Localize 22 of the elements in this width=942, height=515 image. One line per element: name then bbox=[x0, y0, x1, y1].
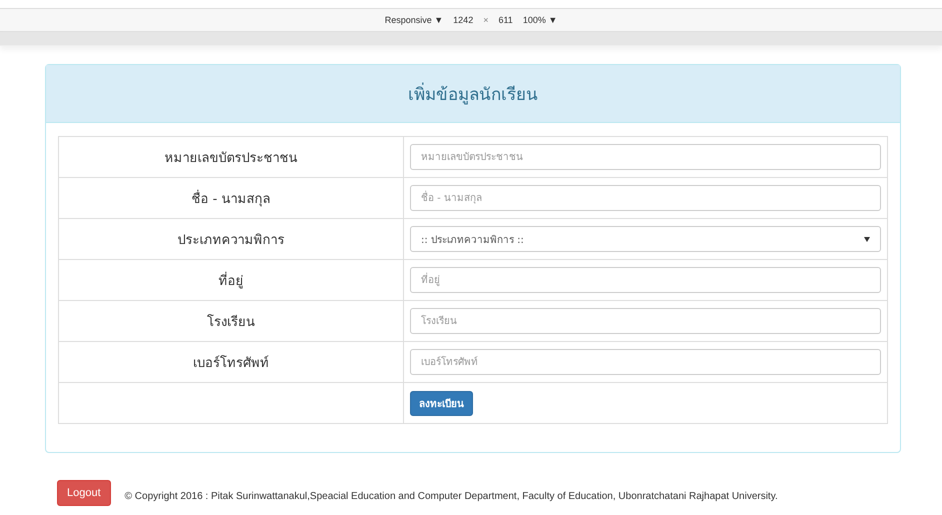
width-field[interactable]: 1242 bbox=[453, 15, 474, 25]
field-label: หมายเลขบัตรประชาชน bbox=[164, 150, 298, 166]
field-label: ชื่อ - นามสกุล bbox=[192, 192, 270, 206]
input-field[interactable]: ชื่อ - นามสกุล bbox=[410, 185, 881, 211]
panel-title: เพิ่มข้อมูลนักเรียน bbox=[408, 80, 538, 107]
times-sign: × bbox=[483, 15, 488, 25]
caret-icon bbox=[864, 236, 870, 242]
copyright-text: © Copyright 2016 : Pitak Surinwattanakul,Speacial Education and Computer Department, Faculty of Education, Ubonratchatani Rajhapat University. bbox=[124, 490, 778, 502]
input-field[interactable]: เบอร์โทรศัพท์ bbox=[410, 349, 881, 375]
select-dropdown[interactable]: :: ประเภทความพิการ :: bbox=[410, 226, 881, 252]
logout-button[interactable]: Logout bbox=[57, 480, 111, 506]
field-label: เบอร์โทรศัพท์ bbox=[193, 356, 269, 370]
field-label: โรงเรียน bbox=[207, 314, 255, 330]
input-field[interactable]: โรงเรียน bbox=[410, 308, 881, 334]
input-field[interactable]: หมายเลขบัตรประชาชน bbox=[410, 144, 881, 170]
height-field[interactable]: 611 bbox=[498, 15, 513, 25]
device-dropdown[interactable]: Responsive ▼ bbox=[384, 15, 444, 25]
zoom-dropdown[interactable]: 100% ▼ bbox=[522, 15, 558, 25]
input-field[interactable]: ที่อยู่ bbox=[410, 267, 881, 293]
register-button[interactable]: ลงทะเบียน bbox=[410, 390, 473, 416]
field-label: ประเภทความพิการ bbox=[178, 232, 284, 248]
field-label: ที่อยู่ bbox=[218, 274, 244, 288]
